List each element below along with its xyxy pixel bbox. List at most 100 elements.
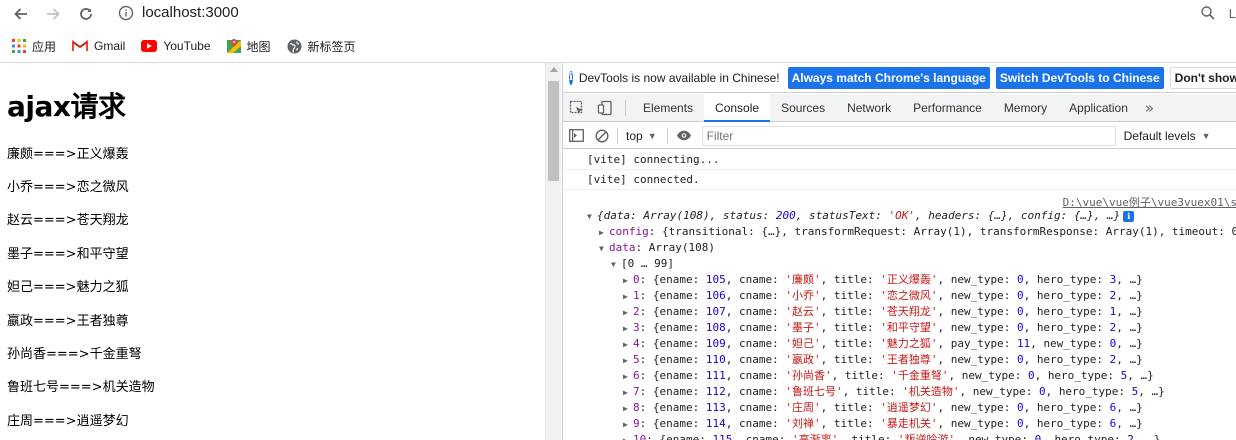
bookmark-gmail[interactable]: Gmail: [72, 39, 125, 53]
back-button[interactable]: [10, 3, 32, 25]
tab-performance[interactable]: Performance: [902, 94, 993, 122]
expanded-triangle-icon[interactable]: ▼: [599, 241, 609, 257]
tab-memory[interactable]: Memory: [993, 94, 1058, 122]
response-prefix: {data:: [597, 209, 644, 222]
forward-button[interactable]: [42, 3, 64, 25]
clear-console-icon[interactable]: [589, 123, 615, 149]
more-tabs-button[interactable]: »: [1139, 99, 1160, 117]
collapsed-triangle-icon[interactable]: ▶: [623, 369, 633, 385]
bookmark-apps[interactable]: 应用: [12, 38, 56, 55]
value5: 2: [1127, 433, 1134, 440]
address-bar[interactable]: localhost:3000 L: [108, 0, 1236, 28]
collapsed-triangle-icon[interactable]: ▶: [623, 433, 633, 440]
bookmark-maps[interactable]: 地图: [226, 38, 271, 55]
cname-value: '鲁班七号': [785, 385, 843, 398]
zoom-icon[interactable]: [1200, 5, 1216, 24]
comma: ,: [709, 209, 723, 222]
always-match-language-button[interactable]: Always match Chrome's language: [787, 66, 990, 89]
ename-value: 106: [705, 289, 726, 302]
tab-elements[interactable]: Elements: [632, 94, 704, 122]
title-value: '叛逆吟游': [897, 433, 956, 440]
context-selector[interactable]: top ▼: [626, 129, 657, 143]
array-item-row[interactable]: ▶ 9: {ename: 114, cname: '刘禅', title: '暴走…: [623, 416, 1143, 432]
punct: , title:: [820, 417, 881, 430]
collapsed-triangle-icon[interactable]: ▶: [623, 305, 633, 321]
array-item-row[interactable]: ▶10: {ename: 115, cname: '高渐离', title: '…: [623, 432, 1160, 440]
toolbar-separator: [617, 127, 618, 144]
sidebar-toggle-icon[interactable]: [563, 123, 589, 149]
status-text-value: 'OK': [888, 209, 915, 222]
collapsed-triangle-icon[interactable]: ▶: [623, 337, 633, 353]
collapsed-triangle-icon[interactable]: ▶: [623, 417, 633, 433]
collapsed-triangle-icon[interactable]: ▶: [623, 273, 633, 289]
punct: : {ename:: [639, 401, 706, 414]
row-index: 4: [633, 337, 640, 350]
array-item-row[interactable]: ▶ 4: {ename: 109, cname: '妲己', title: '魅力…: [623, 336, 1143, 352]
punct: : {ename:: [646, 433, 713, 440]
collapsed-triangle-icon[interactable]: ▶: [623, 321, 633, 337]
profile-button[interactable]: L: [1229, 6, 1236, 21]
punct: , …}: [1116, 353, 1143, 366]
array-item-row[interactable]: ▶ 0: {ename: 105, cname: '廉颇', title: '正义…: [623, 272, 1143, 288]
collapsed-triangle-icon[interactable]: ▶: [623, 401, 633, 417]
punct: , cname:: [725, 401, 786, 414]
punct: : {ename:: [639, 337, 706, 350]
collapsed-triangle-icon[interactable]: ▶: [599, 225, 609, 241]
array-range-group[interactable]: ▼ [0 … 99]: [611, 256, 674, 272]
response-object[interactable]: ▼ {data: Array(108), status: 200, statusT…: [587, 208, 1135, 225]
cname-value: '小乔': [785, 289, 821, 302]
response-data: Array(108): [643, 209, 710, 222]
expanded-triangle-icon[interactable]: ▼: [611, 257, 621, 273]
tab-sources[interactable]: Sources: [770, 94, 836, 122]
info-icon[interactable]: [118, 5, 134, 24]
console-filter-input[interactable]: Filter: [701, 125, 1116, 146]
punct: ,: [937, 401, 951, 414]
config-property[interactable]: ▶ config: {transitional: {…}, transformRe…: [599, 224, 1236, 240]
reload-button[interactable]: [75, 3, 97, 25]
cname-value: '刘禅': [785, 417, 821, 430]
tab-network[interactable]: Network: [836, 94, 902, 122]
scrollbar-thumb[interactable]: [548, 81, 559, 181]
punct: :: [1025, 385, 1039, 398]
value4: 0: [1016, 289, 1024, 302]
key5: hero_type: [1036, 289, 1097, 302]
bookmark-new-tab[interactable]: 新标签页: [287, 38, 356, 55]
key4: new_type: [950, 305, 1004, 318]
array-item-row[interactable]: ▶ 6: {ename: 111, cname: '孙尚香', title: '千…: [623, 368, 1154, 384]
url-text[interactable]: localhost:3000: [142, 4, 239, 21]
punct: , …}: [1138, 385, 1165, 398]
context-label: top: [626, 128, 643, 143]
device-toolbar-icon[interactable]: [591, 94, 619, 122]
eye-icon[interactable]: [674, 123, 694, 149]
key5: hero_type: [1036, 321, 1097, 334]
info-icon: i: [569, 70, 573, 85]
page-scrollbar[interactable]: [545, 63, 561, 440]
collapsed-triangle-icon[interactable]: ▶: [623, 385, 633, 401]
key4: new_type: [972, 385, 1026, 398]
inspect-element-icon[interactable]: [563, 94, 591, 122]
ename-value: 113: [705, 401, 726, 414]
data-property[interactable]: ▼ data: Array(108): [599, 240, 715, 256]
scroll-up-arrow-icon[interactable]: [550, 67, 558, 72]
punct: , title:: [820, 353, 881, 366]
collapsed-triangle-icon[interactable]: ▶: [623, 289, 633, 305]
caret-down-icon: ▼: [1201, 130, 1211, 141]
punct: :: [1114, 433, 1128, 440]
dont-show-again-button[interactable]: Don't show aga: [1169, 66, 1236, 89]
array-item-row[interactable]: ▶ 2: {ename: 107, cname: '赵云', title: '苍天…: [623, 304, 1143, 320]
array-item-row[interactable]: ▶ 8: {ename: 113, cname: '庄周', title: '逍遥…: [623, 400, 1143, 416]
ename-value: 107: [705, 305, 726, 318]
array-item-row[interactable]: ▶ 7: {ename: 112, cname: '鲁班七号', title: '…: [623, 384, 1165, 400]
tab-console[interactable]: Console: [704, 93, 771, 122]
bookmark-youtube[interactable]: YouTube: [141, 39, 211, 53]
array-item-row[interactable]: ▶ 3: {ename: 108, cname: '墨子', title: '和平…: [623, 320, 1143, 336]
expanded-triangle-icon[interactable]: ▼: [587, 209, 597, 225]
tab-application[interactable]: Application: [1058, 94, 1139, 122]
collapsed-triangle-icon[interactable]: ▶: [623, 353, 633, 369]
array-item-row[interactable]: ▶ 1: {ename: 106, cname: '小乔', title: '恋之…: [623, 288, 1143, 304]
array-item-row[interactable]: ▶ 5: {ename: 110, cname: '嬴政', title: '王者…: [623, 352, 1143, 368]
punct: :: [1003, 289, 1017, 302]
log-levels-dropdown[interactable]: Default levels ▼: [1124, 129, 1211, 143]
tab-separator: [625, 99, 626, 116]
switch-to-chinese-button[interactable]: Switch DevTools to Chinese: [995, 66, 1164, 89]
